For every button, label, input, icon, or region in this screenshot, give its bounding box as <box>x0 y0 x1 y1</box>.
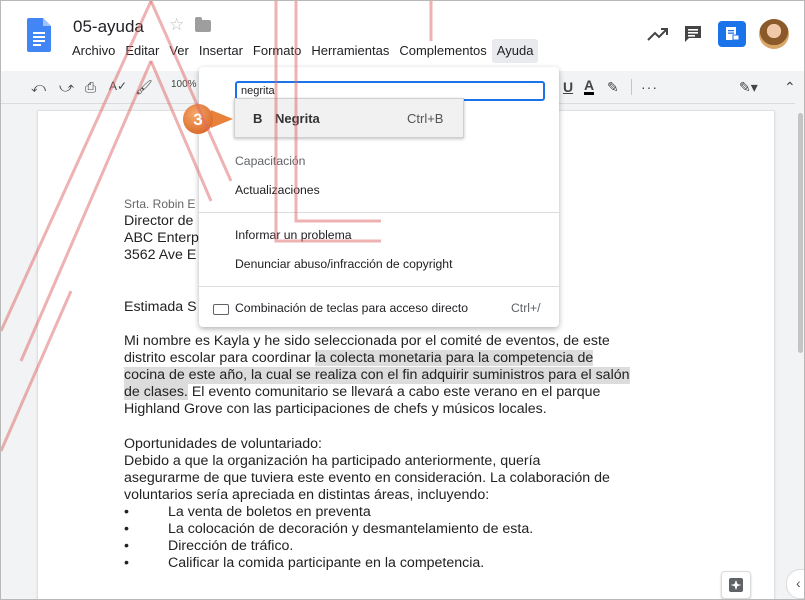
paragraph-line: asegurarme de que tuviera este evento en… <box>124 470 610 486</box>
redo-icon[interactable]: ⤻ <box>59 79 74 96</box>
paragraph-line: distrito escolar para coordinar la colec… <box>124 350 594 367</box>
spellcheck-icon[interactable]: A✓ <box>109 79 127 93</box>
list-item: • Calificar la comida participante en la … <box>124 555 724 572</box>
comment-icon[interactable] <box>684 25 702 43</box>
paragraph-line: Mi nombre es Kayla y he sido seleccionad… <box>124 333 610 349</box>
text-color-icon[interactable]: A <box>584 78 595 95</box>
paragraph-line: Highland Grove con las participaciones d… <box>124 401 547 417</box>
address-line: ABC Enterp <box>124 230 199 246</box>
bullet: • <box>124 555 129 571</box>
google-docs-logo-icon[interactable] <box>27 18 51 52</box>
address-line: Srta. Robin E <box>124 197 196 211</box>
lock-document-icon <box>726 27 740 41</box>
menu-item-report-problem[interactable]: Informar un problema <box>235 228 352 242</box>
document-title[interactable]: 05-ayuda <box>73 17 144 37</box>
chevron-left-icon: ‹ <box>796 575 801 591</box>
shortcut-hint: Ctrl+/ <box>511 301 541 315</box>
star-icon[interactable]: ☆ <box>169 15 184 35</box>
list-item-text: Dirección de tráfico. <box>168 538 294 554</box>
underline-icon[interactable]: U <box>563 79 573 95</box>
menu-complementos[interactable]: Complementos <box>394 39 491 63</box>
activity-trend-icon[interactable] <box>647 27 669 41</box>
scrollbar-thumb[interactable] <box>798 113 803 353</box>
selected-text: de clases. <box>124 384 188 400</box>
section-heading: Oportunidades de voluntariado: <box>124 436 322 452</box>
avatar[interactable] <box>759 19 789 49</box>
bullet: • <box>124 521 129 537</box>
app-window: 05-ayuda ☆ Archivo Editar Ver Insertar F… <box>0 0 805 600</box>
explore-button[interactable] <box>721 571 751 599</box>
greeting: Estimada S <box>124 299 197 315</box>
menu-editar[interactable]: Editar <box>120 39 164 63</box>
menu-archivo[interactable]: Archivo <box>67 39 120 63</box>
menu-item-updates[interactable]: Actualizaciones <box>235 183 320 197</box>
chevron-up-icon[interactable]: ⌃ <box>784 79 796 96</box>
menu-ayuda[interactable]: Ayuda <box>491 39 539 63</box>
selected-text: cocina de este año, la cual se realiza c… <box>124 367 630 384</box>
menu-insertar[interactable]: Insertar <box>194 39 248 63</box>
more-options-icon[interactable]: ··· <box>641 79 658 95</box>
menu-bar: Archivo Editar Ver Insertar Formato Herr… <box>67 39 539 63</box>
suggestion-label: Negrita <box>275 111 320 126</box>
list-item: • La venta de boletos en preventa <box>124 504 724 521</box>
menu-item-report-abuse[interactable]: Denunciar abuso/infracción de copyright <box>235 257 452 271</box>
menu-herramientas[interactable]: Herramientas <box>306 39 394 63</box>
text-run: distrito escolar para coordinar <box>124 350 315 366</box>
share-button[interactable] <box>718 21 746 47</box>
zoom-select[interactable]: 100% <box>171 79 197 90</box>
undo-icon[interactable]: ⤺ <box>31 79 46 96</box>
list-item: • Dirección de tráfico. <box>124 538 724 555</box>
list-item: • La colocación de decoración y desmantel… <box>124 521 724 538</box>
vertical-scrollbar[interactable] <box>795 103 804 599</box>
list-item-text: Calificar la comida participante en la c… <box>168 555 485 571</box>
search-input[interactable] <box>237 84 541 98</box>
side-panel-toggle[interactable]: ‹ <box>786 569 804 599</box>
highlight-icon[interactable]: ✎ <box>607 79 619 96</box>
toolbar-divider <box>631 79 632 95</box>
paint-format-icon[interactable]: 🖌 <box>135 79 153 96</box>
list-item-text: La venta de boletos en preventa <box>168 504 371 520</box>
address-line: 3562 Ave E <box>124 247 197 263</box>
callout-arrow <box>211 110 233 128</box>
paragraph-line: de clases. El evento comunitario se llev… <box>124 384 600 401</box>
step-callout: 3 <box>183 104 233 134</box>
callout-number: 3 <box>193 110 202 129</box>
address-line: Director de <box>124 213 194 229</box>
suggestion-shortcut: Ctrl+B <box>407 111 444 126</box>
header: 05-ayuda ☆ Archivo Editar Ver Insertar F… <box>1 1 804 71</box>
menu-item-training[interactable]: Capacitación <box>235 154 305 168</box>
list-item-text: La colocación de decoración y desmantela… <box>168 521 534 537</box>
menu-formato[interactable]: Formato <box>248 39 306 63</box>
folder-icon[interactable] <box>195 17 211 32</box>
editing-mode-icon[interactable]: ✎▾ <box>739 79 758 96</box>
paragraph-line: voluntarios sería apreciada en distintas… <box>124 487 490 503</box>
bullet: • <box>124 538 129 554</box>
text-run: El evento comunitario se llevará a cabo … <box>187 384 601 400</box>
menu-item-keyboard-shortcuts[interactable]: Combinación de teclas para acceso direct… <box>235 301 468 315</box>
bullet: • <box>124 504 129 520</box>
bold-icon: B <box>253 111 263 126</box>
menu-divider <box>199 286 559 287</box>
menu-divider <box>199 212 559 213</box>
keyboard-icon <box>213 304 229 315</box>
print-icon[interactable]: ⎙ <box>85 79 96 96</box>
explore-star-icon <box>729 578 743 592</box>
selected-text: la colecta monetaria para la competencia… <box>314 350 594 366</box>
menu-ver[interactable]: Ver <box>164 39 194 63</box>
paragraph-line: Debido a que la organización ha particip… <box>124 453 541 469</box>
search-suggestion-bold[interactable]: B Negrita Ctrl+B <box>234 98 464 138</box>
